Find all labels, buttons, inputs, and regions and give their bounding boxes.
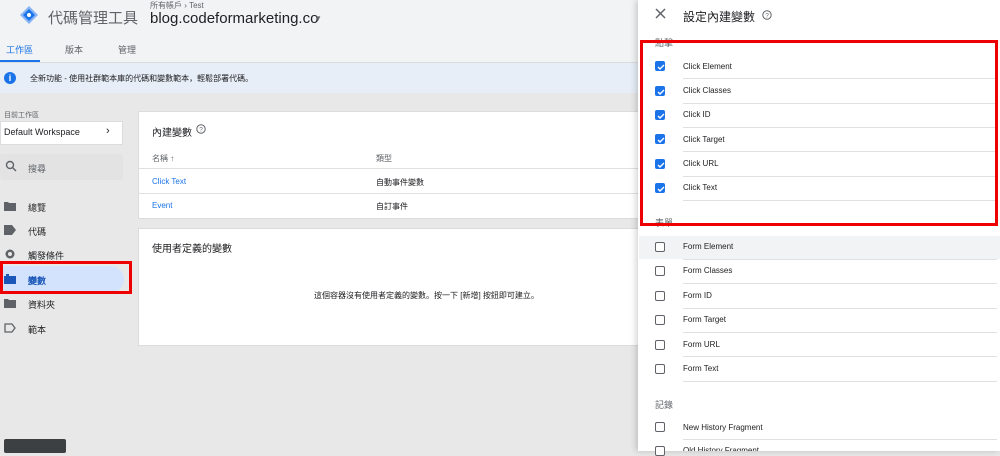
checkbox-form-classes[interactable] — [655, 266, 665, 276]
column-header-name[interactable]: 名稱 ↑ — [152, 153, 174, 164]
svg-text:?: ? — [199, 126, 203, 133]
checkbox-form-url[interactable] — [655, 340, 665, 350]
divider — [683, 259, 997, 260]
sidebar-item-folders[interactable] — [0, 291, 124, 315]
tab-bar — [0, 34, 640, 63]
tag-icon — [4, 225, 16, 235]
sidebar-item-tags[interactable] — [0, 218, 124, 242]
checkbox-label[interactable]: New History Fragment — [683, 423, 763, 432]
checkbox-form-target[interactable] — [655, 315, 665, 325]
section-label-history: 記錄 — [655, 400, 674, 410]
checkbox-label[interactable]: Form ID — [683, 291, 712, 300]
checkbox-new-history-fragment[interactable] — [655, 422, 665, 432]
checkbox-label[interactable]: Old History Fragment — [683, 446, 759, 451]
checkbox-label[interactable]: Form Target — [683, 315, 726, 324]
template-icon — [4, 323, 16, 333]
search-placeholder: 搜尋 — [28, 164, 47, 174]
highlight-annotation-box — [640, 40, 998, 226]
card-title: 內建變數 — [152, 128, 192, 139]
help-icon[interactable]: ? — [762, 10, 772, 20]
divider — [683, 381, 997, 382]
search-input[interactable] — [0, 154, 123, 180]
checkbox-old-history-fragment[interactable] — [655, 446, 665, 456]
tab-workspace[interactable]: 工作區 — [6, 43, 33, 56]
checkbox-label[interactable]: Form Element — [683, 242, 733, 251]
info-icon: i — [4, 72, 16, 84]
chevron-right-icon: › — [106, 125, 110, 137]
sidebar-item-templates[interactable] — [0, 316, 124, 340]
sidebar-item-label: 範本 — [28, 325, 47, 335]
folder-icon — [4, 299, 16, 308]
workspace-label: 目前工作區 — [4, 112, 39, 119]
divider — [683, 332, 997, 333]
divider — [683, 439, 997, 440]
help-icon[interactable]: ? — [196, 124, 206, 134]
tab-versions[interactable]: 版本 — [65, 43, 83, 56]
app-title: 代碼管理工具 — [48, 10, 139, 27]
checkbox-label[interactable]: Form Classes — [683, 266, 732, 275]
divider — [139, 168, 639, 169]
variable-type: 自訂事件 — [376, 202, 408, 211]
close-icon[interactable] — [655, 8, 666, 19]
gtm-logo-icon — [20, 6, 38, 24]
variable-link[interactable]: Click Text — [152, 177, 186, 186]
checkbox-label[interactable]: Form URL — [683, 340, 720, 349]
checkbox-form-element[interactable] — [655, 242, 665, 252]
sidebar-item-label: 總覽 — [28, 203, 47, 213]
variable-type: 自動事件變數 — [376, 178, 424, 187]
active-tab-indicator — [0, 60, 40, 62]
panel-title: 設定內建變數 — [683, 10, 756, 24]
sidebar-item-overview[interactable] — [0, 194, 124, 218]
divider — [139, 193, 639, 194]
sidebar-item-label: 資料夾 — [28, 300, 56, 310]
tab-admin[interactable]: 管理 — [118, 43, 136, 56]
checkbox-label[interactable]: Form Text — [683, 364, 718, 373]
svg-text:?: ? — [765, 12, 769, 19]
divider — [683, 283, 997, 284]
card-title: 使用者定義的變數 — [152, 244, 232, 255]
container-selector[interactable]: blog.codeformarketing.co — [150, 10, 318, 27]
column-header-label: 名稱 — [152, 154, 168, 163]
banner-text: 全新功能 - 使用社群範本庫的代碼和變數範本，輕鬆部署代碼。 — [30, 74, 254, 83]
sidebar-item-label: 代碼 — [28, 227, 47, 237]
variable-link[interactable]: Event — [152, 201, 172, 210]
highlight-annotation-box — [0, 261, 132, 294]
divider — [683, 356, 997, 357]
workspace-name: Default Workspace — [4, 127, 80, 137]
checkbox-form-text[interactable] — [655, 364, 665, 374]
search-icon — [5, 160, 17, 172]
caret-down-icon[interactable]: ▼ — [314, 14, 322, 23]
sort-arrow-up-icon: ↑ — [170, 154, 175, 163]
divider — [683, 308, 997, 309]
empty-state-message: 這個容器沒有使用者定義的變數。按一下 [新增] 按鈕即可建立。 — [314, 291, 539, 300]
column-header-type: 類型 — [376, 154, 392, 163]
folder-icon — [4, 202, 16, 211]
trigger-icon — [5, 249, 15, 259]
checkbox-form-id[interactable] — [655, 291, 665, 301]
